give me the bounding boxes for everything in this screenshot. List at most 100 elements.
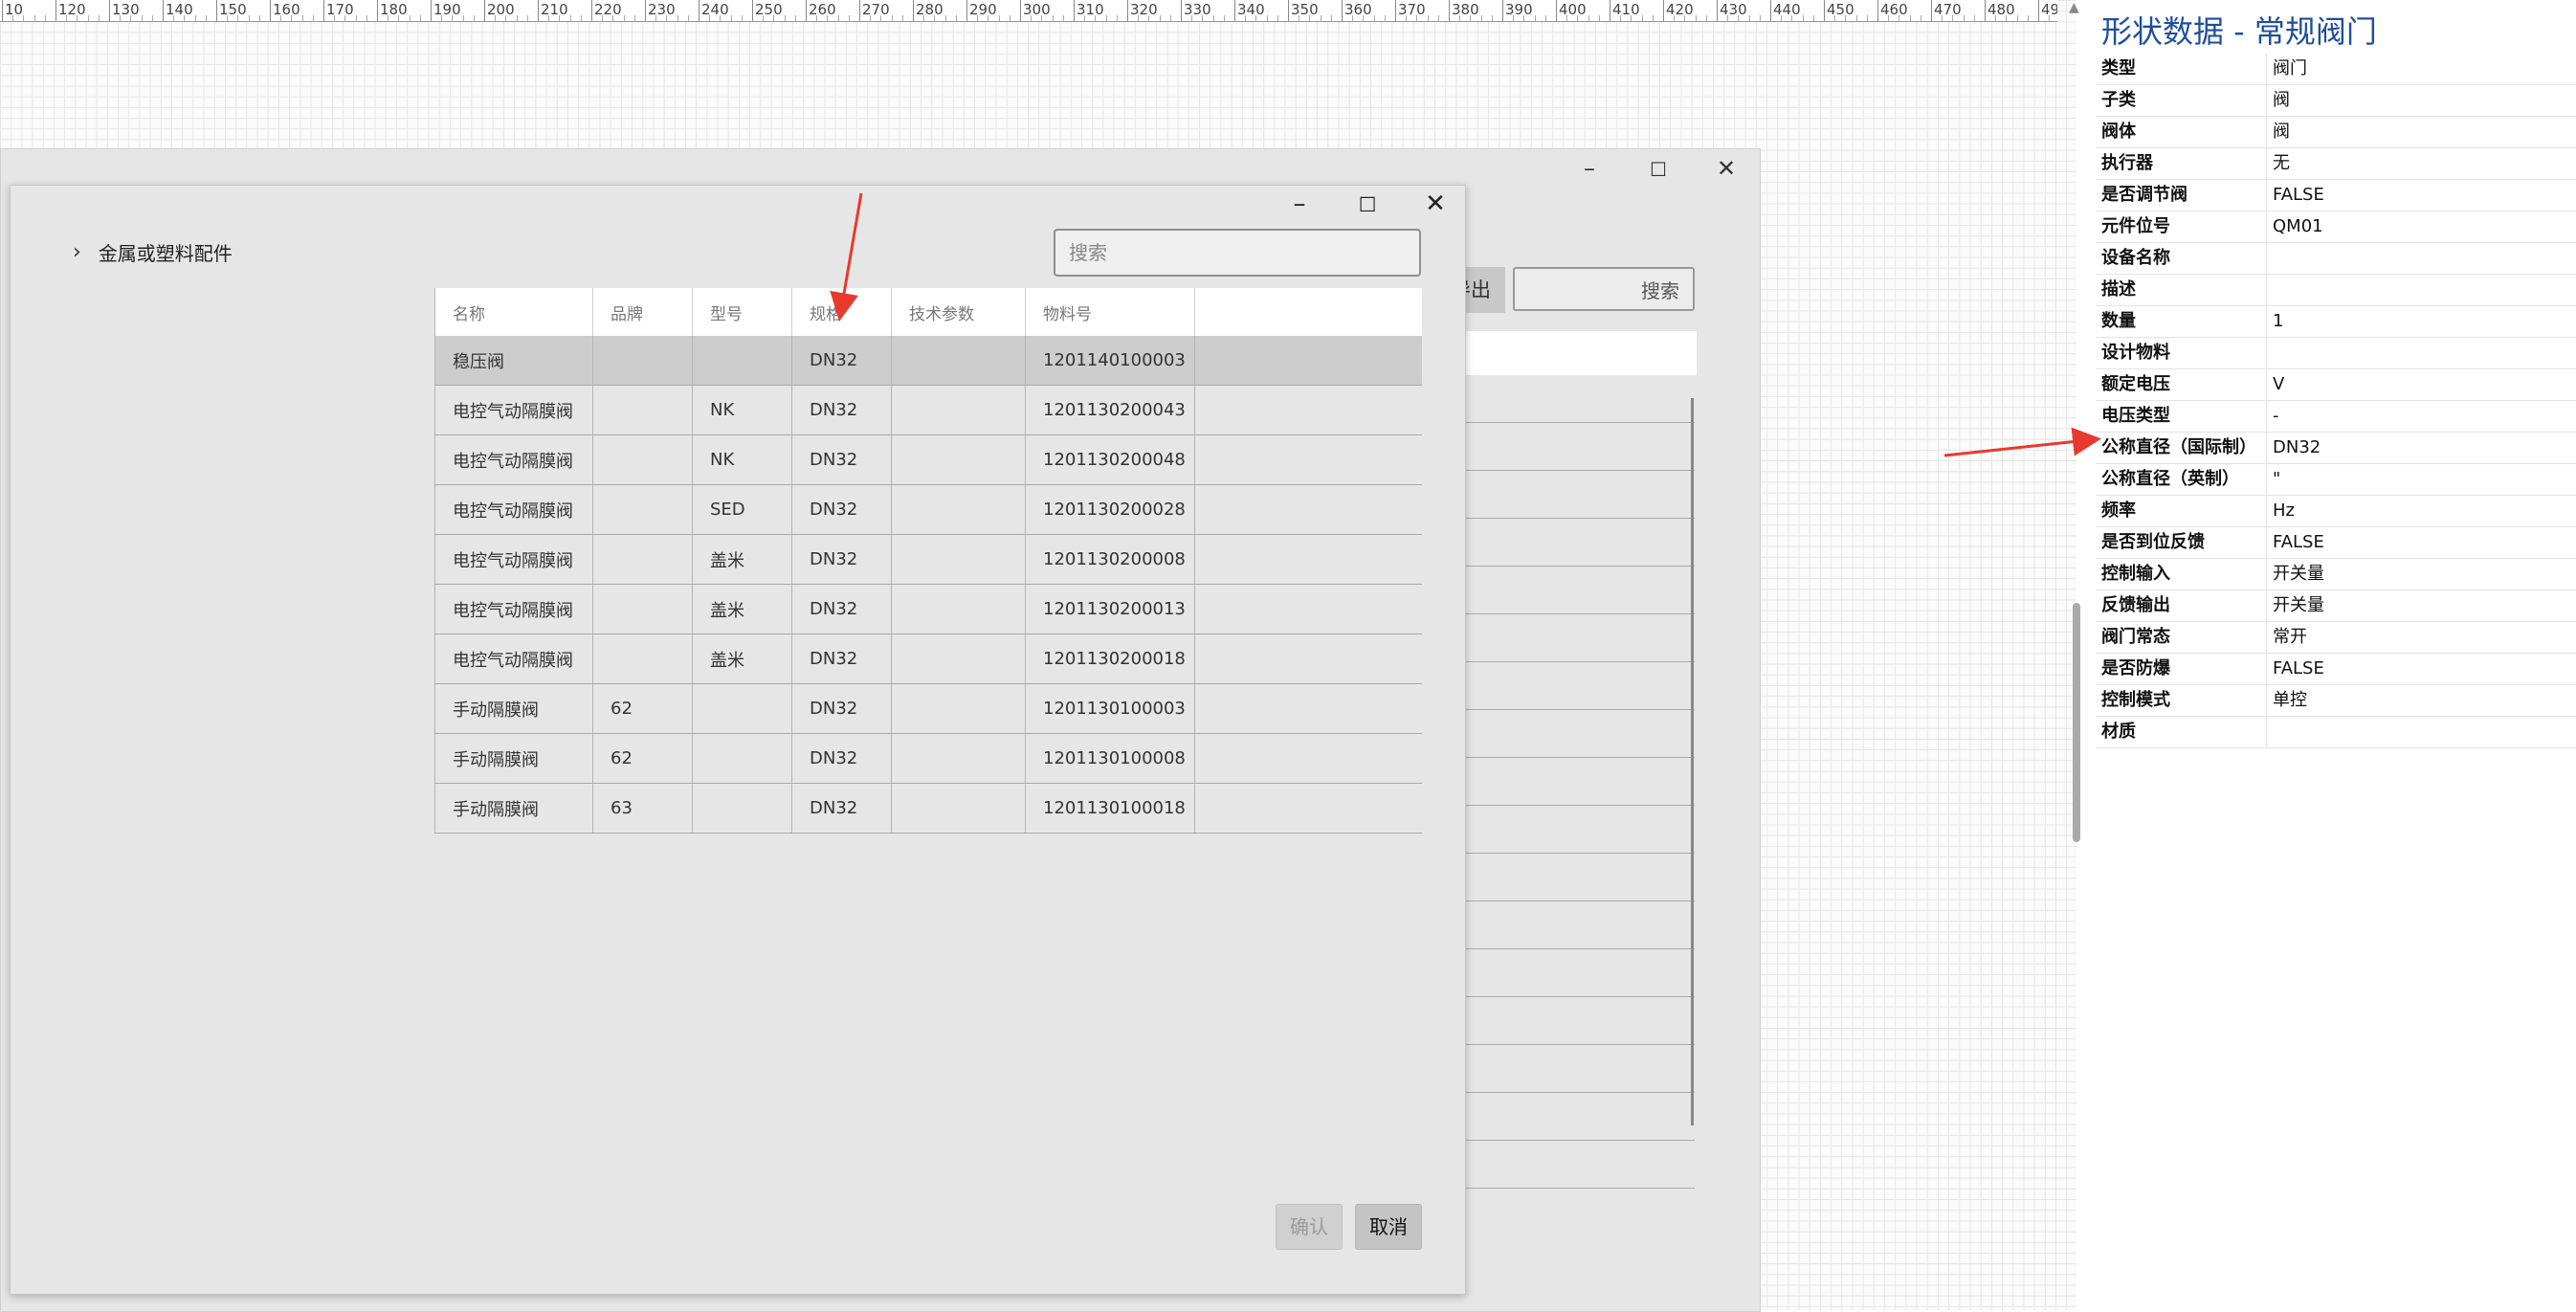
table-row[interactable]: 手动隔膜阀 63 DN32 1201130100018 [434, 783, 1422, 834]
ruler-minor-tick [763, 15, 765, 21]
column-header[interactable] [1194, 288, 1422, 336]
ruler-label: 340 [1237, 1, 1265, 18]
background-row-line [1436, 470, 1695, 471]
column-header[interactable]: 型号 [692, 288, 792, 336]
property-row[interactable]: 子类阀 [2096, 85, 2576, 117]
table-cell [1194, 584, 1422, 634]
confirm-button[interactable]: 确认 [1276, 1204, 1343, 1250]
column-header[interactable]: 规格 [791, 288, 892, 336]
property-value[interactable] [2267, 717, 2273, 747]
property-row[interactable]: 公称直径（英制） " [2096, 464, 2576, 496]
table-row[interactable]: 电控气动隔膜阀 NK DN32 1201130200048 [434, 434, 1422, 485]
close-icon[interactable]: ✕ [1414, 189, 1456, 218]
property-key: 材质 [2096, 717, 2267, 747]
minimize-icon[interactable]: – [1570, 155, 1609, 182]
ruler-minor-tick [473, 15, 475, 21]
property-row[interactable]: 阀门常态 常开 [2096, 622, 2576, 654]
property-row[interactable]: 是否防爆 FALSE [2096, 654, 2576, 685]
property-row[interactable]: 频率 Hz [2096, 496, 2576, 527]
property-value[interactable]: 常开 [2267, 622, 2307, 653]
background-search-input[interactable]: 搜索 [1513, 267, 1695, 311]
property-row[interactable]: 设计物料 [2096, 338, 2576, 369]
scroll-up-arrow-icon[interactable]: ▲ [2069, 0, 2079, 15]
property-value[interactable]: QM01 [2267, 211, 2323, 242]
ruler-minor-tick [495, 15, 497, 21]
property-row[interactable]: 类型 阀门 [2096, 54, 2576, 85]
table-row[interactable]: 电控气动隔膜阀 盖米 DN32 1201130200018 [434, 634, 1422, 684]
tree-item-metal-plastic-fittings[interactable]: › 金属或塑料配件 [73, 238, 233, 266]
property-value[interactable]: 阀 [2267, 117, 2290, 147]
property-value[interactable]: 开关量 [2267, 559, 2324, 589]
property-row[interactable]: 电压类型 - [2096, 401, 2576, 433]
maximize-icon[interactable]: ☐ [1346, 193, 1388, 216]
property-row[interactable]: 阀体阀 [2096, 117, 2576, 148]
table-row[interactable]: 电控气动隔膜阀 盖米 DN32 1201130200008 [434, 534, 1422, 585]
ruler-minor-tick [1330, 15, 1332, 21]
property-value[interactable]: FALSE [2267, 654, 2324, 684]
property-row[interactable]: 执行器无 [2096, 148, 2576, 180]
ruler-minor-tick [1909, 15, 1911, 21]
chevron-right-icon[interactable]: › [73, 240, 81, 264]
column-header[interactable]: 物料号 [1025, 288, 1195, 336]
property-key: 公称直径（英制） [2096, 464, 2267, 495]
property-value[interactable]: FALSE [2267, 527, 2324, 558]
property-value[interactable]: 无 [2267, 148, 2290, 179]
property-row[interactable]: 控制模式 单控 [2096, 685, 2576, 717]
column-header[interactable]: 名称 [434, 288, 593, 336]
property-value[interactable]: DN32 [2267, 433, 2321, 463]
property-value[interactable]: 开关量 [2267, 590, 2324, 621]
ruler-label: 490 [2041, 1, 2057, 18]
ruler-label: 160 [273, 1, 300, 18]
ruler-minor-tick [1641, 15, 1643, 21]
table-cell: 1201140100003 [1025, 336, 1195, 386]
property-row[interactable]: 额定电压 V [2096, 369, 2576, 401]
property-row[interactable]: 材质 [2096, 717, 2576, 748]
minimize-icon[interactable]: – [1278, 189, 1321, 218]
close-icon[interactable]: ✕ [1707, 155, 1745, 182]
maximize-icon[interactable]: ☐ [1639, 158, 1677, 181]
table-row[interactable]: 电控气动隔膜阀 NK DN32 1201130200043 [434, 385, 1422, 435]
property-value[interactable] [2267, 338, 2273, 368]
property-value[interactable]: 单控 [2267, 685, 2307, 716]
property-value[interactable]: - [2267, 401, 2279, 432]
column-header[interactable]: 技术参数 [891, 288, 1026, 336]
property-row[interactable]: 公称直径（国际制） DN32 [2096, 433, 2576, 464]
property-row[interactable]: 控制输入 开关量 [2096, 559, 2576, 590]
property-row[interactable]: 是否到位反馈 FALSE [2096, 527, 2576, 559]
ruler-minor-tick [655, 15, 657, 21]
table-cell [592, 534, 693, 585]
property-value[interactable]: FALSE [2267, 180, 2324, 211]
ruler-minor-tick [1855, 15, 1857, 21]
table-row[interactable]: 稳压阀 DN32 1201140100003 [434, 336, 1422, 386]
property-row[interactable]: 元件位号 QM01 [2096, 211, 2576, 243]
background-scrollbar[interactable] [1691, 398, 1694, 1125]
property-row[interactable]: 反馈输出 开关量 [2096, 590, 2576, 622]
table-cell: 电控气动隔膜阀 [434, 385, 593, 435]
table-row[interactable]: 电控气动隔膜阀 盖米 DN32 1201130200013 [434, 584, 1422, 634]
column-header[interactable]: 品牌 [592, 288, 693, 336]
property-row[interactable]: 设备名称 [2096, 243, 2576, 275]
property-value[interactable]: 阀 [2267, 85, 2290, 116]
table-row[interactable]: 手动隔膜阀 62 DN32 1201130100003 [434, 683, 1422, 734]
property-row[interactable]: 描述 [2096, 275, 2576, 306]
property-row[interactable]: 是否调节阀 FALSE [2096, 180, 2576, 211]
canvas-vertical-scrollbar[interactable] [2073, 603, 2080, 842]
search-input[interactable]: 搜索 [1054, 229, 1421, 277]
property-row[interactable]: 数量 1 [2096, 306, 2576, 338]
ruler-minor-tick [870, 15, 872, 21]
ruler-minor-tick [1116, 15, 1118, 21]
ruler-minor-tick [559, 15, 561, 21]
property-value[interactable]: V [2267, 369, 2284, 400]
property-value[interactable] [2267, 275, 2273, 305]
ruler-label: 140 [166, 1, 193, 18]
cancel-button[interactable]: 取消 [1355, 1204, 1422, 1250]
table-cell: DN32 [791, 336, 892, 386]
property-value[interactable]: " [2267, 464, 2280, 495]
property-value[interactable]: 阀门 [2267, 54, 2307, 84]
property-value[interactable]: Hz [2267, 496, 2295, 526]
table-row[interactable]: 手动隔膜阀 62 DN32 1201130100008 [434, 733, 1422, 784]
table-row[interactable]: 电控气动隔膜阀 SED DN32 1201130200028 [434, 484, 1422, 535]
property-value[interactable] [2267, 243, 2273, 274]
ruler-minor-tick [580, 15, 582, 21]
property-value[interactable]: 1 [2267, 306, 2283, 337]
